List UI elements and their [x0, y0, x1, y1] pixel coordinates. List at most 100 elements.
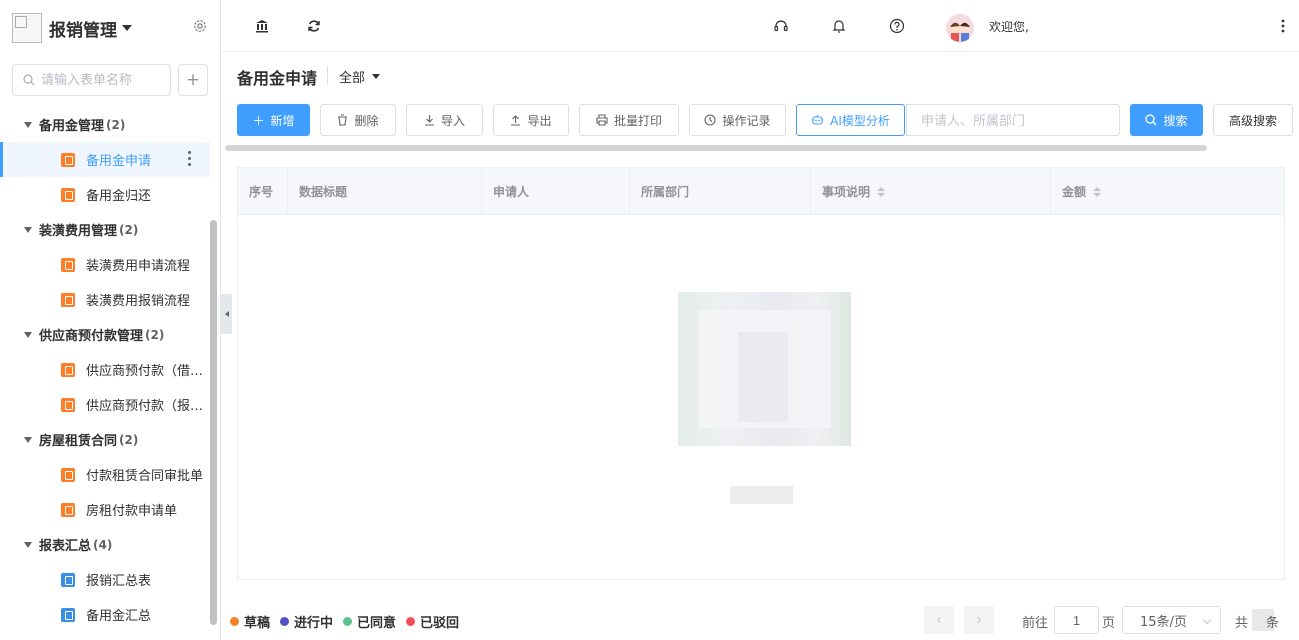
legend-label: 已同意 [357, 616, 397, 631]
sort-icon[interactable] [877, 186, 886, 197]
operation-log-button[interactable]: 操作记录 [689, 104, 786, 136]
sidebar: 报销管理 + 备用金管理 (2) 备用金申请 [0, 0, 221, 640]
advanced-search-label: 高级搜索 [1228, 113, 1277, 128]
new-button[interactable]: ＋ 新增 [237, 104, 310, 136]
tree-item-decoration-reimburse[interactable]: 装潢费用报销流程 [0, 282, 210, 317]
more-vertical-icon[interactable] [1275, 18, 1291, 34]
report-icon [61, 607, 75, 622]
prev-page-button[interactable]: ‹ [924, 606, 954, 634]
delete-label: 删除 [354, 113, 379, 128]
page-number-input[interactable] [1054, 606, 1099, 634]
column-header-title: 数据标题 [288, 168, 482, 215]
group-count: (2) [119, 432, 139, 447]
form-icon [61, 362, 75, 377]
search-label: 搜索 [1163, 113, 1188, 128]
column-label: 序号 [249, 185, 274, 199]
group-label: 备用金管理 [39, 119, 105, 134]
item-label: 备用金归还 [86, 189, 152, 204]
gear-icon[interactable] [193, 19, 207, 33]
refresh-icon[interactable] [306, 18, 322, 34]
tree-item-lease-approval[interactable]: 付款租赁合同审批单 [0, 457, 210, 492]
item-label: 备用金汇总 [86, 609, 152, 624]
top-bar: 欢迎您, [221, 0, 1299, 52]
caret-down-icon [24, 121, 32, 128]
group-label: 供应商预付款管理 [39, 329, 144, 344]
tree-item-reimburse-summary[interactable]: 报销汇总表 [0, 562, 210, 597]
group-label: 装潢费用管理 [39, 224, 118, 239]
legend-rejected: 已驳回 [406, 612, 459, 631]
status-filter-dropdown[interactable]: 全部 [339, 67, 381, 86]
search-icon [1145, 114, 1157, 126]
tree-group-lease[interactable]: 房屋租赁合同 (2) [0, 422, 210, 457]
sidebar-collapse-handle[interactable] [221, 294, 232, 334]
page-unit-label: 页 [1102, 616, 1116, 631]
form-search-input[interactable] [41, 72, 161, 88]
tree-item-supplier-prepay-reimburse[interactable]: 供应商预付款（报… [0, 387, 210, 422]
page-size-select[interactable]: 15条/页 [1122, 606, 1221, 634]
ai-analysis-button[interactable]: AI模型分析 [796, 104, 905, 136]
advanced-search-button[interactable]: 高级搜索 [1213, 104, 1293, 136]
more-options-icon[interactable] [186, 151, 192, 169]
headset-icon[interactable] [773, 18, 789, 34]
legend-label: 草稿 [244, 616, 271, 631]
next-page-button[interactable]: › [964, 606, 994, 634]
column-header-amount[interactable]: 金额 [1051, 168, 1284, 215]
welcome-text: 欢迎您, [989, 20, 1029, 34]
bank-icon[interactable] [254, 18, 270, 34]
help-icon[interactable] [889, 18, 905, 34]
chevron-left-icon [224, 311, 229, 317]
sidebar-scrollbar[interactable] [210, 220, 217, 625]
app-switcher[interactable]: 报销管理 [12, 12, 132, 44]
column-label: 数据标题 [299, 185, 348, 199]
tree-group-supplier-prepay[interactable]: 供应商预付款管理 (2) [0, 317, 210, 352]
search-button[interactable]: 搜索 [1130, 104, 1203, 136]
total-suffix: 条 [1266, 616, 1280, 631]
tree-item-petty-cash-summary[interactable]: 备用金汇总 [0, 597, 210, 632]
item-label: 房租付款申请单 [86, 504, 178, 519]
import-button[interactable]: 导入 [406, 104, 483, 136]
dot-icon [343, 617, 353, 626]
tree-group-decoration[interactable]: 装潢费用管理 (2) [0, 212, 210, 247]
sort-icon[interactable] [1093, 186, 1102, 197]
chevron-down-icon [1202, 615, 1212, 625]
tree-item-petty-cash-request[interactable]: 备用金申请 [0, 142, 210, 177]
total-prefix: 共 [1235, 616, 1249, 631]
operation-log-label: 操作记录 [722, 113, 771, 128]
tree-item-petty-cash-return[interactable]: 备用金归还 [0, 177, 210, 212]
group-count: (2) [119, 222, 139, 237]
export-button[interactable]: 导出 [493, 104, 569, 136]
empty-state-text-placeholder [730, 486, 793, 504]
clock-icon [704, 114, 717, 126]
add-form-button[interactable]: + [178, 64, 208, 96]
bell-icon[interactable] [831, 18, 847, 34]
item-label: 供应商预付款（报… [86, 399, 204, 414]
table-header: 序号 数据标题 申请人 所属部门 事项说明 金额 [238, 168, 1284, 215]
toolbar-scrollbar[interactable] [225, 145, 1207, 151]
tree-item-rent-payment[interactable]: 房租付款申请单 [0, 492, 210, 527]
item-label: 付款租赁合同审批单 [86, 469, 204, 484]
delete-button[interactable]: 删除 [320, 104, 396, 136]
batch-print-label: 批量打印 [613, 113, 662, 128]
form-icon [61, 257, 75, 272]
data-table: 序号 数据标题 申请人 所属部门 事项说明 金额 [237, 167, 1285, 580]
upload-icon [511, 115, 521, 126]
form-icon [61, 152, 75, 167]
caret-down-icon [24, 226, 32, 233]
form-icon [61, 187, 75, 202]
caret-down-icon [122, 25, 132, 31]
page-title: 备用金申请 [237, 69, 318, 88]
column-header-index: 序号 [238, 168, 288, 215]
avatar[interactable] [946, 14, 974, 42]
batch-print-button[interactable]: 批量打印 [579, 104, 679, 136]
tree-item-supplier-prepay-borrow[interactable]: 供应商预付款（借… [0, 352, 210, 387]
tree-item-decoration-request[interactable]: 装潢费用申请流程 [0, 247, 210, 282]
robot-icon [811, 115, 824, 125]
tree-group-reports[interactable]: 报表汇总 (4) [0, 527, 210, 562]
tree-group-petty-cash[interactable]: 备用金管理 (2) [0, 107, 210, 142]
column-header-description[interactable]: 事项说明 [811, 168, 1051, 215]
keyword-search-input[interactable] [906, 104, 1120, 136]
column-label: 事项说明 [822, 185, 871, 199]
column-label: 所属部门 [641, 185, 690, 199]
chevron-left-icon: ‹ [936, 612, 942, 628]
form-icon [61, 467, 75, 482]
